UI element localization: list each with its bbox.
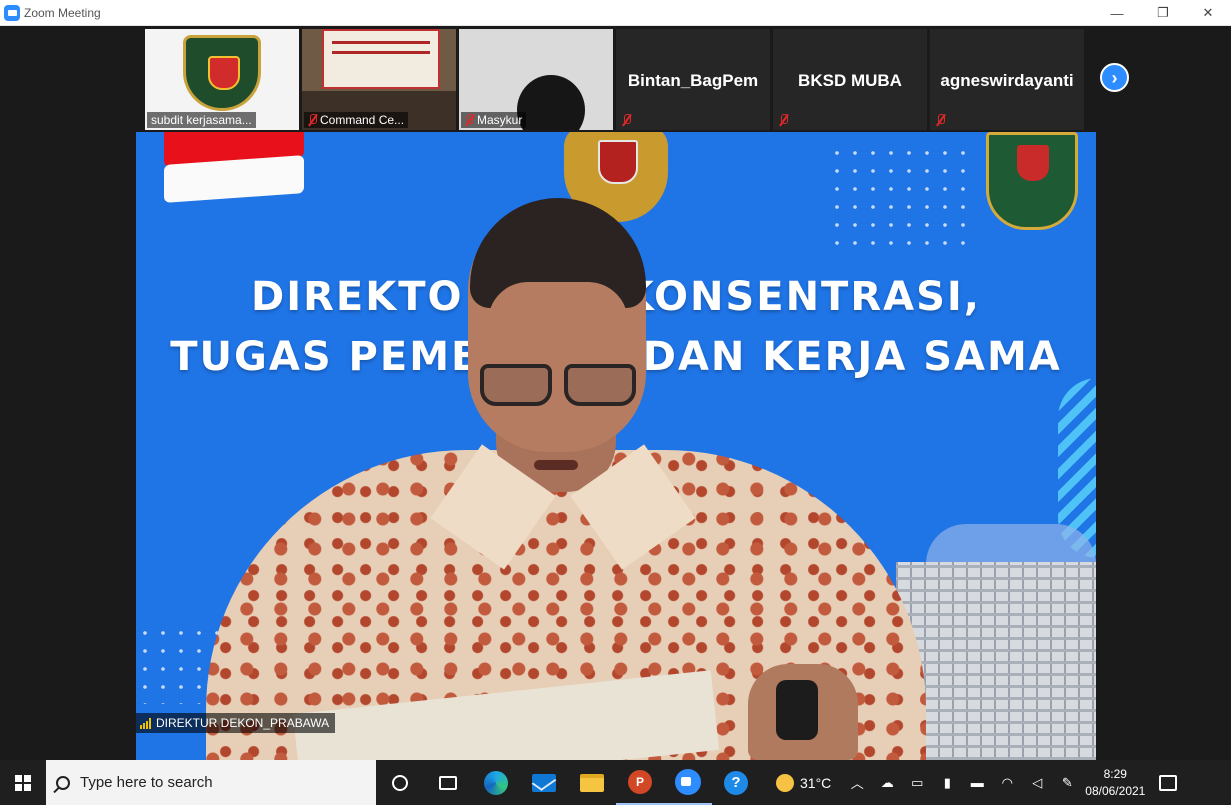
participant-tile[interactable]: agneswirdayanti: [930, 29, 1084, 130]
system-tray: ︿ ☁ ▭ ▮ ▬ ◠ ◁ ✎: [849, 775, 1075, 792]
mic-muted-icon: [936, 114, 945, 126]
weather-sun-icon: [776, 773, 794, 792]
glasses-icon: [480, 364, 552, 406]
meeting-area: subdit kerjasama... Command Ce... Masyku…: [0, 26, 1231, 760]
mail-icon: [532, 773, 556, 792]
speaker-name-label: DIREKTUR DEKON_PRABAWA: [136, 713, 336, 733]
close-button[interactable]: ✕: [1185, 0, 1231, 26]
speaker-name: DIREKTUR DEKON_PRABAWA: [156, 716, 330, 730]
battery-icon[interactable]: ▬: [969, 775, 985, 791]
participant-tile[interactable]: BKSD MUBA: [773, 29, 927, 130]
mouth: [534, 460, 578, 470]
weather-temperature: 31°C: [800, 774, 832, 791]
clock-date: 08/06/2021: [1085, 783, 1146, 798]
zoom-icon: [675, 768, 701, 795]
start-button[interactable]: [0, 760, 46, 805]
clock-time: 8:29: [1103, 766, 1127, 781]
mail-button[interactable]: [520, 760, 568, 805]
cortana-icon: [392, 774, 408, 791]
room-banner-image: [322, 29, 440, 89]
signal-strength-icon: [140, 717, 151, 729]
participant-tile[interactable]: Masykur: [459, 29, 613, 130]
participant-name-label: Masykur: [461, 112, 527, 128]
wristwatch: [776, 680, 818, 740]
garuda-emblem-icon: [183, 35, 261, 111]
edge-icon: [484, 770, 508, 795]
meet-now-icon[interactable]: ▭: [909, 775, 925, 791]
participant-name: Bintan_BagPem: [627, 71, 759, 90]
mic-muted-icon: [622, 114, 631, 126]
participant-tile[interactable]: Command Ce...: [302, 29, 456, 130]
file-explorer-button[interactable]: [568, 760, 616, 805]
pen-icon[interactable]: ✎: [1059, 775, 1075, 791]
mic-muted-icon: [779, 114, 788, 126]
participant-strip: subdit kerjasama... Command Ce... Masyku…: [145, 29, 1084, 130]
participant-name: Masykur: [477, 113, 523, 127]
onedrive-icon[interactable]: ☁: [879, 775, 895, 791]
show-hidden-icons-icon[interactable]: ︿: [849, 775, 865, 791]
next-page-button[interactable]: ›: [1100, 63, 1129, 92]
active-speaker-video: DIREKTO KONSENTRASI, TUGAS PEMB DAN KERJ…: [136, 132, 1096, 760]
taskbar-search-box[interactable]: Type here to search: [46, 760, 376, 805]
participant-name-label: Command Ce...: [304, 112, 409, 128]
taskbar-clock[interactable]: 8:29 08/06/2021: [1085, 766, 1145, 800]
participant-name-label: subdit kerjasama...: [147, 112, 256, 128]
mic-muted-icon: [308, 114, 317, 126]
participant-tile[interactable]: Bintan_BagPem: [616, 29, 770, 130]
windows-taskbar: Type here to search P ? 31°C ︿ ☁ ▭ ▮ ▬ ◠…: [0, 760, 1231, 805]
search-icon: [56, 775, 70, 790]
file-explorer-icon: [580, 773, 604, 792]
windows-logo-icon: [15, 774, 31, 791]
window-title: Zoom Meeting: [24, 5, 101, 20]
microphone-icon[interactable]: ▮: [939, 775, 955, 791]
participant-video: [517, 75, 585, 130]
notification-center-icon[interactable]: [1159, 774, 1178, 791]
task-view-icon: [439, 775, 457, 790]
task-view-button[interactable]: [424, 760, 472, 805]
participant-name: Command Ce...: [320, 113, 405, 127]
search-placeholder: Type here to search: [80, 774, 213, 791]
participant-name: agneswirdayanti: [940, 71, 1074, 90]
cortana-button[interactable]: [376, 760, 424, 805]
powerpoint-icon: P: [628, 769, 652, 794]
minimize-button[interactable]: —: [1094, 0, 1140, 26]
zoom-taskbar-button[interactable]: [664, 760, 712, 805]
help-icon: ?: [724, 770, 748, 795]
zoom-app-icon: [4, 4, 20, 21]
forehead: [488, 282, 628, 322]
help-button[interactable]: ?: [712, 760, 760, 805]
participant-tile[interactable]: subdit kerjasama...: [145, 29, 299, 130]
weather-widget[interactable]: 31°C: [776, 773, 832, 792]
wifi-icon[interactable]: ◠: [999, 775, 1015, 791]
mic-muted-icon: [465, 114, 474, 126]
participant-name: subdit kerjasama...: [151, 113, 252, 127]
restore-button[interactable]: ❐: [1140, 0, 1186, 26]
participant-name: BKSD MUBA: [798, 71, 902, 90]
volume-icon[interactable]: ◁: [1029, 775, 1045, 791]
speaker-person: [136, 132, 1096, 760]
powerpoint-button[interactable]: P: [616, 760, 664, 805]
title-bar: Zoom Meeting — ❐ ✕: [0, 0, 1231, 26]
glasses-icon: [564, 364, 636, 406]
edge-button[interactable]: [472, 760, 520, 805]
chevron-right-icon: ›: [1111, 67, 1118, 88]
